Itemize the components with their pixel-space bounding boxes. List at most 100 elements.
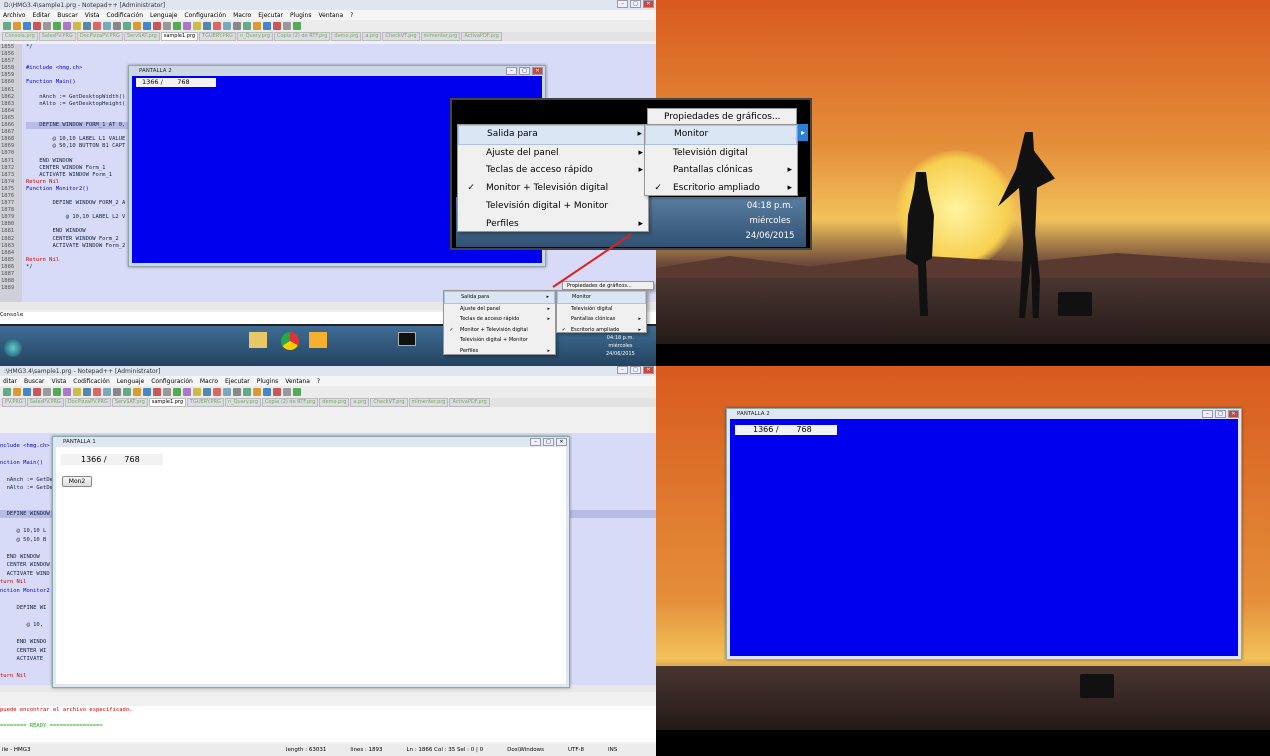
toolbar-icon[interactable] [213,388,221,396]
menu-item[interactable]: Buscar [57,12,78,19]
tab[interactable]: Copia (2) de RTF.prg [273,32,331,41]
tab[interactable]: demo.prg [331,32,362,41]
toolbar-icon[interactable] [63,388,71,396]
tab[interactable]: TGUERY.PRG [199,32,236,41]
tab[interactable]: Copia (2) de RTF.prg [261,398,319,407]
tab[interactable]: CheckVT.prg [370,398,408,407]
menu-item[interactable]: Buscar [24,378,45,385]
tab[interactable]: ServSAT.prg [123,32,160,41]
menu-item[interactable]: ✓ Monitor + Televisión digital [444,325,555,336]
toolbar-icon[interactable] [203,388,211,396]
menu-item[interactable]: Televisión digital + Monitor [444,335,555,346]
toolbar-icon[interactable] [233,22,241,30]
close-button[interactable]: ✕ [643,0,654,8]
minimize-button[interactable]: – [617,0,628,8]
tab[interactable]: n_Quary.prg [236,32,273,41]
toolbar-icon[interactable] [103,22,111,30]
toolbar-icon[interactable] [43,388,51,396]
start-button[interactable] [4,339,22,357]
chrome-icon[interactable] [281,332,299,350]
maximize-button[interactable]: □ [543,438,554,446]
terminal-icon[interactable] [398,332,416,346]
toolbar-icon[interactable] [93,22,101,30]
menu-item[interactable]: Archivo [3,12,25,19]
toolbar-icon[interactable] [163,22,171,30]
tab[interactable]: PV.PRG [2,398,26,407]
menu-item[interactable]: Monitor [557,291,646,304]
toolbar-icon[interactable] [223,22,231,30]
toolbar-icon[interactable] [193,22,201,30]
toolbar-icon[interactable] [293,388,301,396]
folder-icon[interactable] [249,332,267,348]
minimize-button[interactable]: – [530,438,541,446]
toolbar-icon[interactable] [143,22,151,30]
menu-item[interactable]: Monitor [645,125,797,145]
close-button[interactable]: ✕ [532,67,543,75]
tab[interactable]: ActivaPDF.prg [449,398,490,407]
toolbar-icon[interactable] [253,22,261,30]
menu-item[interactable]: Pantallas clónicas ▸ [645,162,797,180]
tab[interactable]: sample1.prg [148,398,187,407]
tab[interactable]: DocPizzaPV.PRG [76,32,123,41]
menu-item[interactable]: ✓ Escritorio ampliado ▸ [645,180,797,198]
menu-item[interactable]: Editar [32,12,50,19]
menu-item[interactable]: ditar [3,378,17,385]
menu-item[interactable]: Ventana [285,378,310,385]
close-button[interactable]: ✕ [556,438,567,446]
menu-item[interactable]: Teclas de acceso rápido ▸ [458,162,648,180]
toolbar-icon[interactable] [133,388,141,396]
toolbar-icon[interactable] [293,22,301,30]
toolbar-icon[interactable] [143,388,151,396]
tab[interactable]: CheckVT.prg [382,32,420,41]
menu-item[interactable]: Codificación [107,12,144,19]
toolbar-icon[interactable] [53,388,61,396]
maximize-button[interactable]: □ [630,0,641,8]
menu-item[interactable]: Plugins [290,12,312,19]
toolbar-icon[interactable] [83,388,91,396]
toolbar-icon[interactable] [223,388,231,396]
toolbar-icon[interactable] [233,388,241,396]
menu-item[interactable]: ? [350,12,353,19]
menu-item[interactable]: Salida para ▸ [458,125,648,145]
menu-item[interactable]: Ajuste del panel ▸ [458,145,648,163]
maximize-button[interactable]: □ [630,366,641,374]
toolbar-icon[interactable] [263,388,271,396]
menu-item[interactable]: Macro [233,12,251,19]
tab[interactable]: Consola.prg [2,32,38,41]
toolbar-icon[interactable] [23,22,31,30]
toolbar-icon[interactable] [123,22,131,30]
tab[interactable]: sample1.prg [160,32,199,41]
toolbar-icon[interactable] [163,388,171,396]
toolbar-icon[interactable] [123,388,131,396]
app-icon[interactable] [309,332,327,348]
maximize-button[interactable]: □ [1215,410,1226,418]
toolbar-icon[interactable] [263,22,271,30]
tab[interactable]: n_Quary.prg [224,398,261,407]
toolbar-icon[interactable] [193,388,201,396]
toolbar-icon[interactable] [23,388,31,396]
toolbar-icon[interactable] [153,22,161,30]
toolbar-icon[interactable] [73,22,81,30]
menu-item[interactable]: Ajuste del panel ▸ [444,304,555,315]
menu-item[interactable]: Televisión digital [557,304,646,315]
toolbar-icon[interactable] [3,22,11,30]
toolbar-icon[interactable] [283,22,291,30]
toolbar-icon[interactable] [43,22,51,30]
toolbar-icon[interactable] [243,388,251,396]
toolbar-icon[interactable] [83,22,91,30]
menu-item[interactable]: Perfiles ▸ [444,346,555,357]
toolbar-icon[interactable] [103,388,111,396]
tab[interactable]: a.prg [350,398,370,407]
menu-item[interactable]: Configuración [151,378,193,385]
close-button[interactable]: ✕ [1228,410,1239,418]
tab[interactable]: demo.prg [319,398,350,407]
toolbar-icon[interactable] [183,22,191,30]
tab[interactable]: TGUERY.PRG [187,398,224,407]
menu-item[interactable]: Pantallas clónicas ▸ [557,314,646,325]
toolbar-icon[interactable] [243,22,251,30]
menu-item[interactable]: Vista [85,12,100,19]
menu-item[interactable]: Lenguaje [150,12,177,19]
toolbar-icon[interactable] [113,388,121,396]
menu-item[interactable]: ? [317,378,320,385]
menu-item[interactable]: Macro [200,378,218,385]
